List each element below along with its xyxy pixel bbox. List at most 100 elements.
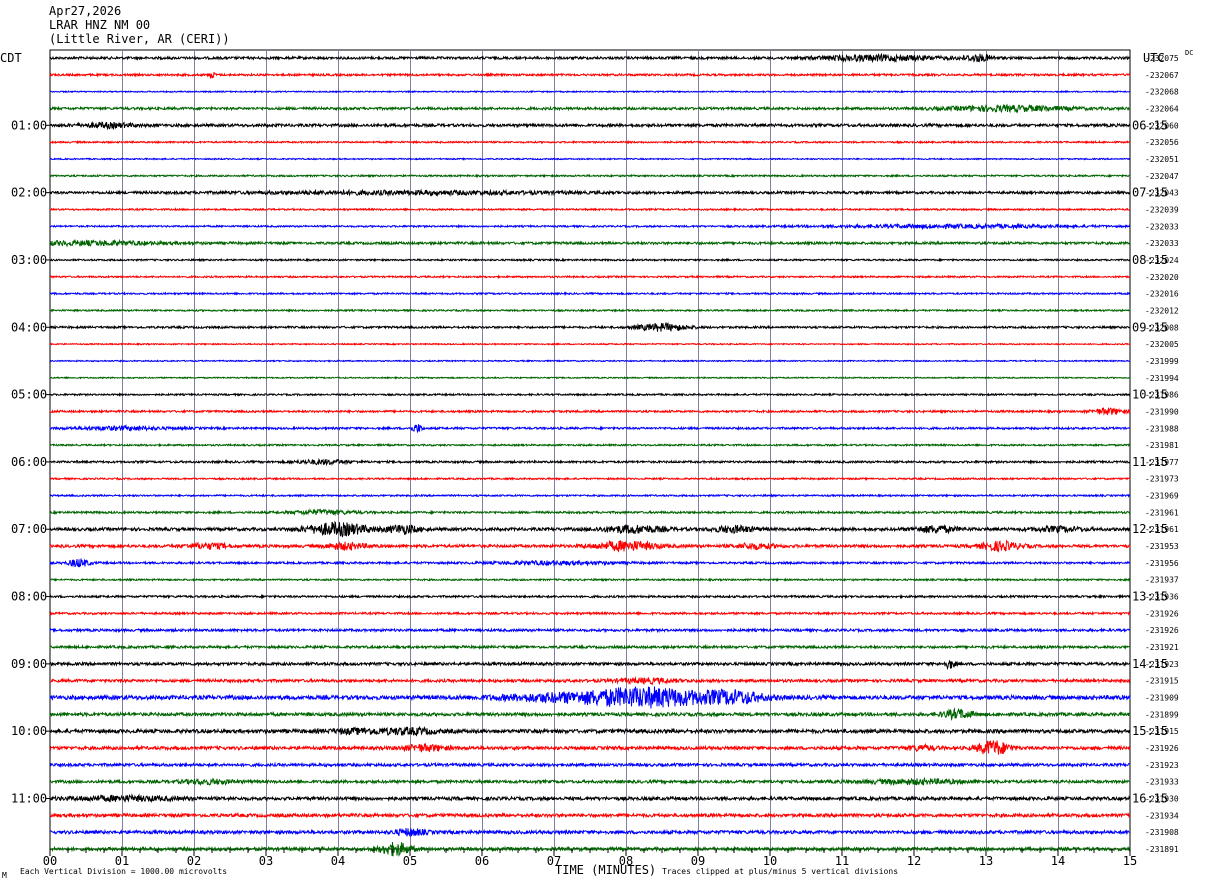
seismic-trace: [49, 520, 1131, 538]
seismic-trace: [49, 457, 1131, 467]
dc-offset-label: -231923: [1145, 761, 1179, 770]
right-time-label: 10:15: [1132, 388, 1168, 402]
seismic-trace: [49, 686, 1131, 709]
dc-offset-label: -231915: [1145, 677, 1179, 686]
dc-offset-label: -232075: [1145, 54, 1179, 63]
dc-offset-label: -232068: [1145, 88, 1179, 97]
dc-offset-label: -231988: [1145, 424, 1179, 433]
x-axis-title: TIME (MINUTES): [555, 863, 657, 877]
dc-offset-label: -231909: [1145, 694, 1179, 703]
right-time-label: 12:15: [1132, 522, 1168, 536]
dc-offset-label: -231956: [1145, 559, 1179, 568]
seismic-trace: [49, 321, 1131, 332]
dc-offset-label: -231990: [1145, 407, 1179, 416]
seismic-trace: [49, 558, 1131, 568]
seismic-trace: [49, 188, 1131, 197]
seismic-trace: [49, 593, 1131, 600]
left-time-label: 11:00: [11, 792, 47, 806]
dc-offset-label: -232033: [1145, 239, 1179, 248]
seismic-trace: [49, 121, 1131, 131]
seismic-trace: [49, 139, 1130, 145]
dc-offset-label: -232047: [1145, 172, 1179, 181]
dc-offset-label: -231961: [1145, 508, 1179, 517]
x-tick-label: 00: [43, 854, 57, 868]
x-tick-label: 02: [187, 854, 201, 868]
x-tick-label: 10: [763, 854, 777, 868]
seismic-trace: [49, 793, 1131, 804]
right-time-label: 11:15: [1132, 455, 1168, 469]
seismic-trace: [49, 359, 1131, 363]
dc-offset-label: -232039: [1145, 205, 1179, 214]
clip-note: Traces clipped at plus/minus 5 vertical …: [662, 867, 899, 876]
x-tick-label: 13: [979, 854, 993, 868]
x-tick-label: 09: [691, 854, 705, 868]
seismic-trace: [49, 238, 1131, 248]
seismic-trace: [49, 71, 1131, 79]
dc-offset-label: -231973: [1145, 475, 1179, 484]
dc-offset-label: -231891: [1145, 845, 1179, 854]
dc-offset-label: -232033: [1145, 222, 1179, 231]
right-time-label: 15:15: [1132, 724, 1168, 738]
seismic-trace: [49, 103, 1131, 114]
seismic-trace: [50, 476, 1131, 482]
seismic-trace: [49, 776, 1131, 787]
seismogram-plot: -232075-232067-232068-232064-232060-2320…: [11, 49, 1179, 868]
left-time-label: 04:00: [11, 320, 47, 334]
right-time-label: 08:15: [1132, 253, 1168, 267]
seismic-trace: [49, 761, 1131, 769]
dc-offset-label: -232016: [1145, 290, 1179, 299]
dc-offset-label: -231999: [1145, 357, 1179, 366]
right-time-label: 07:15: [1132, 186, 1168, 200]
seismic-trace: [49, 274, 1131, 280]
left-time-label: 05:00: [11, 388, 47, 402]
dc-offset-label: -231937: [1145, 576, 1179, 585]
dc-offset-label: -231926: [1145, 626, 1179, 635]
seismic-trace: [49, 423, 1131, 434]
seismic-trace: [49, 707, 1131, 722]
x-tick-label: 04: [331, 854, 345, 868]
seismic-trace: [49, 442, 1131, 448]
dc-offset-label: -232005: [1145, 340, 1179, 349]
scale-note: Each Vertical Division = 1000.00 microvo…: [20, 867, 228, 876]
seismic-trace: [49, 89, 1131, 94]
dc-offset-label: -231926: [1145, 744, 1179, 753]
x-tick-label: 06: [475, 854, 489, 868]
dc-offset-label: -231934: [1145, 811, 1179, 820]
left-time-label: 07:00: [11, 522, 47, 536]
seismic-trace: [49, 493, 1131, 498]
seismic-trace: [49, 222, 1131, 231]
x-tick-label: 05: [403, 854, 417, 868]
seismic-trace: [49, 539, 1131, 553]
seismic-trace: [49, 508, 1131, 517]
right-time-label: 09:15: [1132, 320, 1168, 334]
seismic-trace: [49, 342, 1131, 346]
dc-offset-label: -231921: [1145, 643, 1179, 652]
seismic-trace: [49, 577, 1131, 583]
dc-offset-label: -231994: [1145, 374, 1179, 383]
left-time-label: 02:00: [11, 186, 47, 200]
dc-offset-label: -231908: [1145, 828, 1179, 837]
seismic-trace: [49, 392, 1131, 398]
dc-offset-label: -231926: [1145, 609, 1179, 618]
x-tick-label: 03: [259, 854, 273, 868]
left-time-label: 06:00: [11, 455, 47, 469]
x-tick-label: 01: [115, 854, 129, 868]
seismic-trace: [49, 676, 1131, 686]
dc-offset-label: -231981: [1145, 441, 1179, 450]
left-time-label: 01:00: [11, 118, 47, 132]
left-time-label: 03:00: [11, 253, 47, 267]
seismic-trace: [49, 643, 1131, 651]
dc-offset-label: -232056: [1145, 138, 1179, 147]
seismic-trace: [49, 740, 1131, 755]
right-time-label: 14:15: [1132, 657, 1168, 671]
right-time-label: 16:15: [1132, 792, 1168, 806]
dc-offset-label: -232067: [1145, 71, 1179, 80]
x-tick-label: 12: [907, 854, 921, 868]
dc-offset-label: -232012: [1145, 306, 1179, 315]
dc-offset-label: -231953: [1145, 542, 1179, 551]
right-time-label: 13:15: [1132, 590, 1168, 604]
x-tick-label: 14: [1051, 854, 1065, 868]
seismic-trace: [49, 811, 1131, 819]
seismic-trace: [49, 308, 1131, 313]
seismic-trace: [49, 725, 1131, 737]
